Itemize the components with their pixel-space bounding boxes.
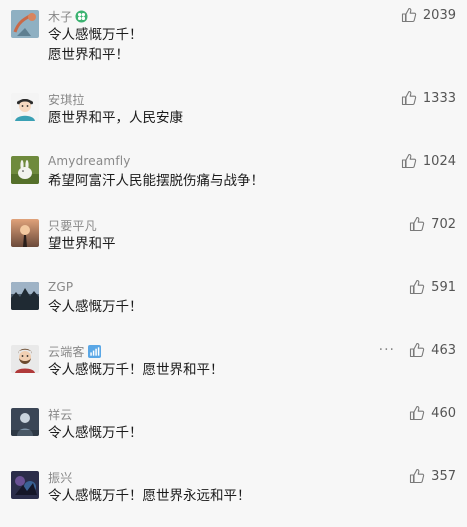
username[interactable]: 祥云	[48, 406, 72, 423]
like-button[interactable]: 357	[409, 466, 456, 486]
avatar-image	[11, 93, 39, 121]
avatar-image	[11, 10, 39, 38]
like-count: 1024	[422, 153, 456, 169]
username[interactable]: 只要平凡	[48, 217, 97, 234]
comment-item: 祥云 令人感慨万千！ 460	[0, 398, 467, 461]
avatar-image	[11, 345, 39, 373]
comment-item: 云端客 令人感慨万千！愿世界和平！ ··· 463	[0, 335, 467, 398]
like-count: 591	[431, 279, 456, 295]
like-button[interactable]: 591	[409, 277, 456, 297]
comment-text: 望世界和平	[48, 236, 116, 252]
like-button[interactable]: 1024	[401, 151, 456, 171]
avatar[interactable]	[11, 345, 39, 373]
thumbs-up-icon	[410, 279, 425, 295]
avatar[interactable]	[11, 219, 39, 247]
comment-item: ZGP 令人感慨万千！ 591	[0, 272, 467, 335]
avatar[interactable]	[11, 156, 39, 184]
comment-item: 只要平凡 望世界和平 702	[0, 209, 467, 272]
thumbs-up-icon	[410, 216, 425, 232]
username[interactable]: 振兴	[48, 469, 72, 486]
avatar-image	[11, 408, 39, 436]
comment-text: 令人感慨万千！愿世界永远和平！	[48, 488, 251, 504]
username[interactable]: 木子	[48, 8, 88, 25]
comment-text: 希望阿富汗人民能摆脱伤痛与战争！	[48, 173, 264, 189]
comment-item: 木子 令人感慨万千！ 愿世界和平！ 2039	[0, 0, 467, 63]
thumbs-up-icon	[401, 153, 417, 169]
like-button[interactable]: 2039	[401, 5, 456, 25]
signal-bars-icon	[87, 345, 101, 358]
username[interactable]: 云端客	[48, 343, 101, 360]
like-button[interactable]: 463	[409, 340, 456, 360]
thumbs-up-icon	[410, 468, 425, 484]
like-count: 702	[431, 216, 456, 232]
avatar[interactable]	[11, 471, 39, 499]
avatar-image	[11, 471, 39, 499]
comment-text: 令人感慨万千！	[48, 425, 143, 441]
clover-icon	[75, 10, 88, 23]
comment-item: 安琪拉 愿世界和平，人民安康 1333	[0, 83, 467, 146]
more-options-button[interactable]: ···	[379, 340, 395, 360]
comment-text: 令人感慨万千！ 愿世界和平！	[48, 27, 143, 63]
username[interactable]: ZGP	[48, 280, 73, 294]
thumbs-up-icon	[410, 342, 425, 358]
username-text: 木子	[48, 10, 73, 24]
username[interactable]: Amydreamfly	[48, 154, 131, 168]
like-count: 357	[431, 468, 456, 484]
username[interactable]: 安琪拉	[48, 91, 85, 108]
like-button[interactable]: 702	[409, 214, 456, 234]
comment-text: 令人感慨万千！愿世界和平！	[48, 362, 224, 378]
thumbs-up-icon	[401, 7, 417, 23]
like-count: 463	[431, 342, 456, 358]
username-text: 云端客	[48, 345, 85, 359]
like-button[interactable]: 1333	[401, 88, 456, 108]
like-button[interactable]: 460	[409, 403, 456, 423]
thumbs-up-icon	[401, 90, 417, 106]
comment-text: 愿世界和平，人民安康	[48, 110, 183, 126]
avatar[interactable]	[11, 93, 39, 121]
like-count: 460	[431, 405, 456, 421]
avatar-image	[11, 282, 39, 310]
like-count: 2039	[422, 7, 456, 23]
avatar[interactable]	[11, 408, 39, 436]
avatar[interactable]	[11, 10, 39, 38]
avatar-image	[11, 156, 39, 184]
comment-text: 令人感慨万千！	[48, 299, 143, 315]
avatar[interactable]	[11, 282, 39, 310]
comment-item: 振兴 令人感慨万千！愿世界永远和平！ 357	[0, 461, 467, 524]
like-count: 1333	[422, 90, 456, 106]
avatar-image	[11, 219, 39, 247]
thumbs-up-icon	[410, 405, 425, 421]
comment-item: Amydreamfly 希望阿富汗人民能摆脱伤痛与战争！ 1024	[0, 146, 467, 209]
